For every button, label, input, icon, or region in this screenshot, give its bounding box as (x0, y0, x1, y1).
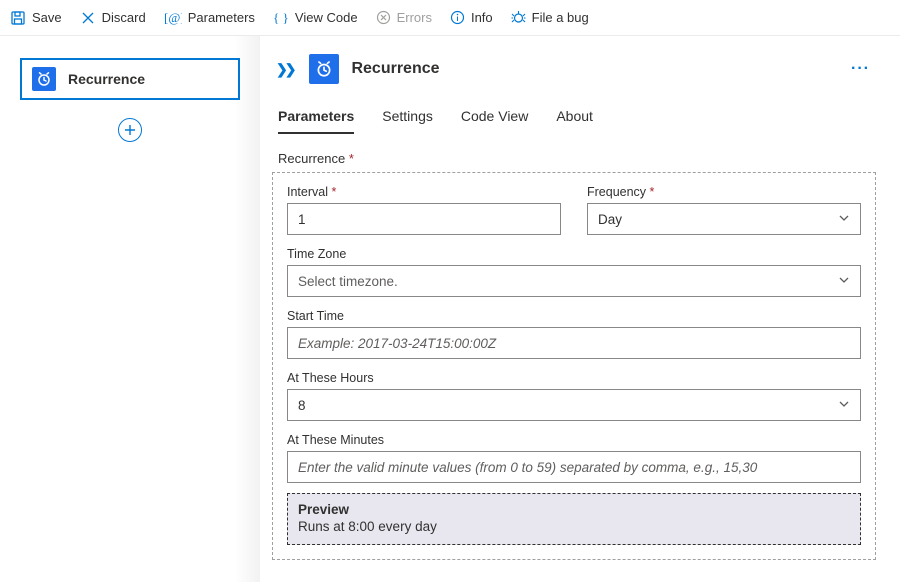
file-bug-button[interactable]: File a bug (511, 10, 589, 25)
code-icon: { } (273, 10, 289, 26)
parameters-button[interactable]: [@] Parameters (164, 10, 255, 26)
clock-icon (32, 67, 56, 91)
panel-title: Recurrence (351, 60, 439, 78)
parameters-label: Parameters (188, 10, 255, 25)
add-step-button[interactable] (118, 118, 142, 142)
file-bug-label: File a bug (532, 10, 589, 25)
chevron-down-icon (838, 274, 850, 289)
svg-text:[@]: [@] (164, 10, 182, 25)
errors-label: Errors (397, 10, 432, 25)
save-icon (10, 10, 26, 26)
node-title: Recurrence (68, 71, 145, 87)
tab-about[interactable]: About (556, 102, 593, 134)
recurrence-group: Interval * Frequency * Day Time Zone Se (272, 172, 876, 560)
parameters-icon: [@] (164, 10, 182, 26)
preview-text: Runs at 8:00 every day (298, 519, 850, 534)
preview-title: Preview (298, 502, 850, 517)
timezone-field: Time Zone Select timezone. (287, 247, 861, 297)
tab-code-view[interactable]: Code View (461, 102, 528, 134)
clock-icon (309, 54, 339, 84)
save-button[interactable]: Save (10, 10, 62, 26)
discard-icon (80, 10, 96, 26)
interval-input[interactable] (287, 203, 561, 235)
tab-parameters[interactable]: Parameters (278, 102, 354, 134)
timezone-select[interactable]: Select timezone. (287, 265, 861, 297)
discard-label: Discard (102, 10, 146, 25)
svg-text:{ }: { } (273, 10, 289, 25)
tab-settings[interactable]: Settings (382, 102, 433, 134)
info-label: Info (471, 10, 493, 25)
discard-button[interactable]: Discard (80, 10, 146, 26)
view-code-label: View Code (295, 10, 358, 25)
chevron-down-icon (838, 398, 850, 413)
panel-header: ❯❯ Recurrence ··· (272, 54, 876, 84)
plus-icon (124, 124, 136, 136)
preview-box: Preview Runs at 8:00 every day (287, 493, 861, 545)
details-panel: ❯❯ Recurrence ··· Parameters Settings Co… (260, 36, 900, 582)
save-label: Save (32, 10, 62, 25)
errors-button: Errors (376, 10, 432, 25)
info-icon (450, 10, 465, 25)
errors-icon (376, 10, 391, 25)
chevron-down-icon (838, 212, 850, 227)
frequency-field: Frequency * Day (587, 185, 861, 235)
section-label: Recurrence * (278, 151, 876, 166)
toolbar: Save Discard [@] Parameters { } View Cod… (0, 0, 900, 36)
bug-icon (511, 10, 526, 25)
tabs: Parameters Settings Code View About (272, 102, 876, 135)
minutes-field: At These Minutes (287, 433, 861, 483)
view-code-button[interactable]: { } View Code (273, 10, 358, 26)
frequency-select[interactable]: Day (587, 203, 861, 235)
recurrence-node[interactable]: Recurrence (20, 58, 240, 100)
hours-select[interactable]: 8 (287, 389, 861, 421)
start-time-field: Start Time (287, 309, 861, 359)
main: Recurrence ❯❯ Recurrence ··· Parameters … (0, 36, 900, 582)
hours-field: At These Hours 8 (287, 371, 861, 421)
info-button[interactable]: Info (450, 10, 493, 25)
start-time-input[interactable] (287, 327, 861, 359)
interval-field: Interval * (287, 185, 561, 235)
collapse-button[interactable]: ❯❯ (272, 57, 297, 82)
more-button[interactable]: ··· (845, 60, 876, 78)
designer-canvas: Recurrence (0, 36, 260, 582)
minutes-input[interactable] (287, 451, 861, 483)
